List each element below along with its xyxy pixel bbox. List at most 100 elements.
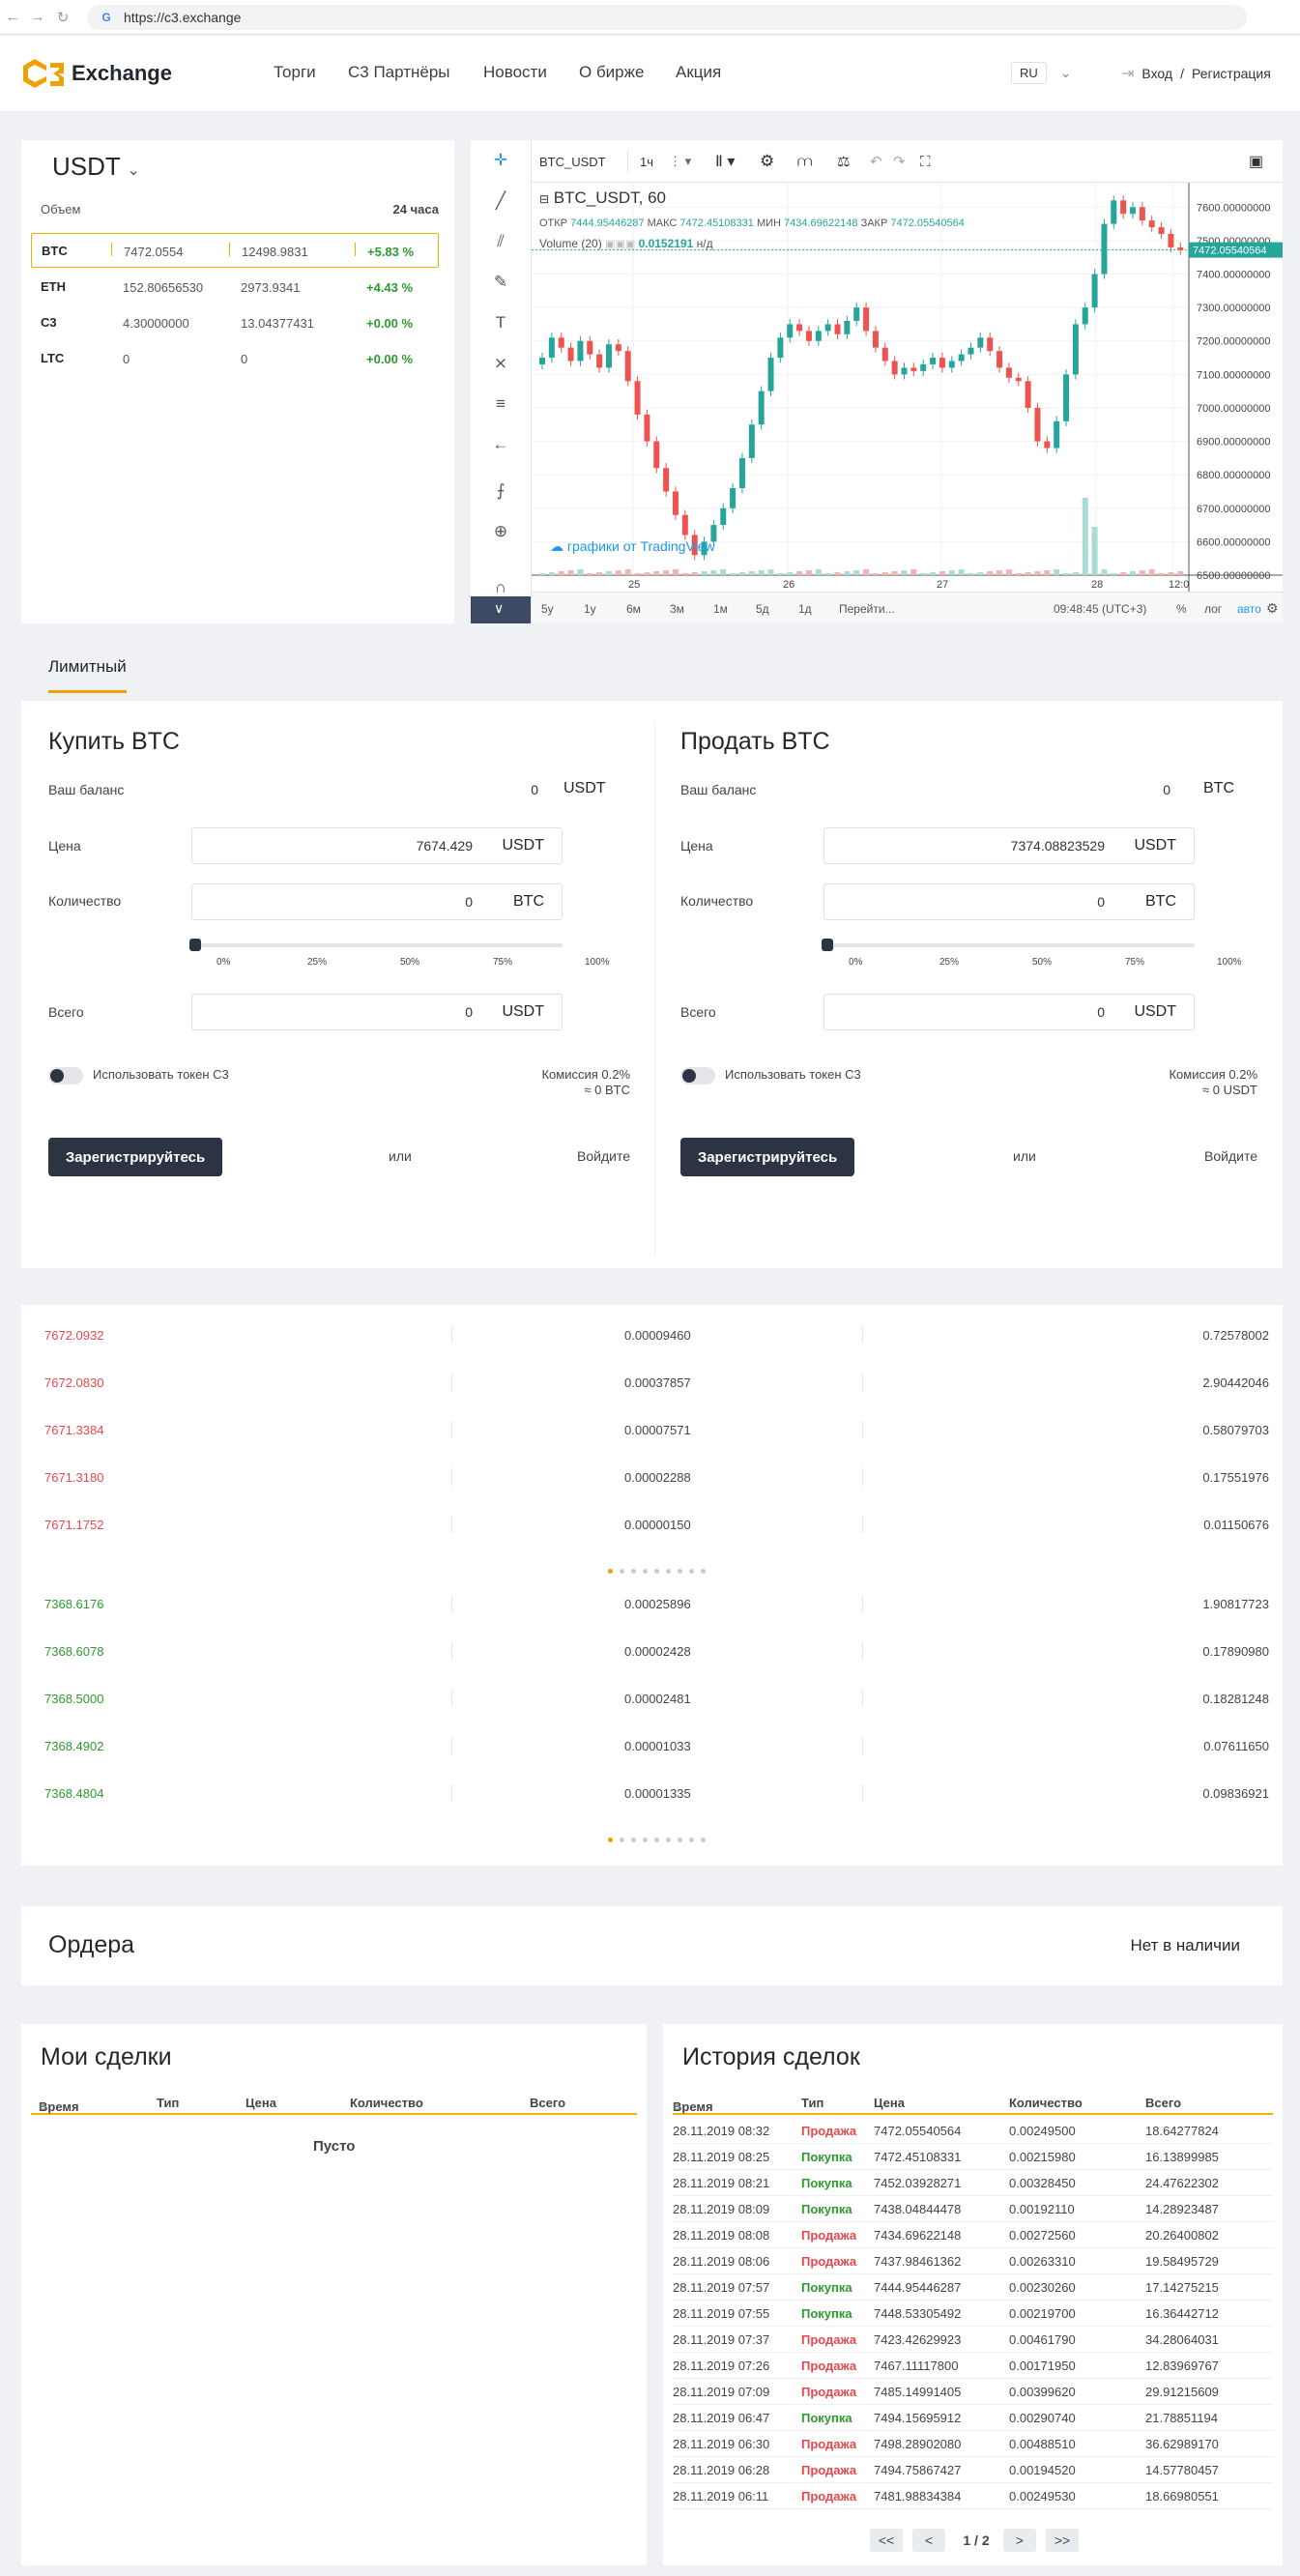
tick-75[interactable]: 75% <box>1125 957 1144 968</box>
forecast-icon[interactable]: ≡ <box>488 391 513 417</box>
nav-trading[interactable]: Торги <box>274 63 316 82</box>
c3-token-toggle[interactable] <box>48 1067 83 1085</box>
total-input[interactable]: USDT <box>191 994 563 1030</box>
quantity-field[interactable] <box>824 884 1114 919</box>
login-link[interactable]: Войдите <box>577 1148 630 1164</box>
toolbar-collapse[interactable]: ∨ <box>471 596 531 623</box>
range-5d[interactable]: 5д <box>756 602 769 616</box>
zoom-icon[interactable]: ⊕ <box>488 519 513 544</box>
auto-toggle[interactable]: авто <box>1237 602 1261 616</box>
tab-limit[interactable]: Лимитный <box>48 657 127 693</box>
undo-icon[interactable]: ↶ <box>870 150 882 173</box>
login-link[interactable]: Вход <box>1141 66 1172 81</box>
brush-icon[interactable]: ✎ <box>488 270 513 295</box>
bids-pagination[interactable] <box>608 1838 706 1842</box>
camera-icon[interactable]: ▣ <box>1249 150 1263 173</box>
more-icon[interactable]: ⋮ ▾ <box>669 150 691 173</box>
amount-slider[interactable] <box>822 939 1195 951</box>
gear-icon[interactable]: ⚙ <box>1266 600 1279 617</box>
measure-icon[interactable]: ⨍ <box>488 478 513 504</box>
price-input[interactable]: USDT <box>191 827 563 864</box>
address-bar[interactable]: G https://c3.exchange <box>87 4 1247 30</box>
range-6m[interactable]: 6м <box>626 602 641 616</box>
redo-icon[interactable]: ↷ <box>893 150 906 173</box>
total-field[interactable] <box>824 995 1114 1029</box>
tick-25[interactable]: 25% <box>307 957 327 968</box>
nav-about[interactable]: О бирже <box>579 63 644 82</box>
percent-toggle[interactable]: % <box>1176 602 1187 616</box>
price-input[interactable]: USDT <box>823 827 1195 864</box>
range-1y[interactable]: 1y <box>584 602 596 616</box>
crosshair-icon[interactable]: ✛ <box>488 148 513 173</box>
tick-50[interactable]: 50% <box>1032 957 1052 968</box>
page-next[interactable]: > <box>1003 2529 1036 2552</box>
tick-50[interactable]: 50% <box>400 957 419 968</box>
bid-row[interactable]: 7368.6176 0.00025896 1.90817723 <box>21 1580 1283 1627</box>
arrow-left-icon[interactable]: ← <box>488 432 513 457</box>
market-row[interactable]: ETH 152.80656530 2973.9341 +4.43 % <box>31 269 439 304</box>
log-toggle[interactable]: лог <box>1204 602 1222 616</box>
tick-75[interactable]: 75% <box>493 957 512 968</box>
total-field[interactable] <box>192 995 482 1029</box>
fullscreen-icon[interactable]: ⛶ <box>920 150 931 173</box>
ask-row[interactable]: 7671.1752 0.00000150 0.01150676 <box>21 1501 1283 1548</box>
amount-slider[interactable] <box>189 939 563 951</box>
c3-token-toggle[interactable] <box>680 1067 715 1085</box>
register-button[interactable]: Зарегистрируйтесь <box>680 1138 854 1176</box>
register-button[interactable]: Зарегистрируйтесь <box>48 1138 222 1176</box>
market-row[interactable]: BTC 7472.0554 12498.9831 +5.83 % <box>31 233 439 268</box>
nav-news[interactable]: Новости <box>483 63 547 82</box>
tick-100[interactable]: 100% <box>585 957 610 968</box>
tick-0[interactable]: 0% <box>217 957 230 968</box>
compare-icon[interactable]: ⚖ <box>837 150 850 173</box>
bid-row[interactable]: 7368.4902 0.00001033 0.07611650 <box>21 1722 1283 1769</box>
ask-row[interactable]: 7671.3384 0.00007571 0.58079703 <box>21 1406 1283 1453</box>
symbol-input[interactable]: BTC_USDT <box>539 150 628 173</box>
bid-row[interactable]: 7368.6078 0.00002428 0.17890980 <box>21 1628 1283 1674</box>
forward-icon[interactable]: → <box>25 5 50 30</box>
quantity-input[interactable]: BTC <box>191 883 563 920</box>
tradingview-watermark[interactable]: ☁ графики от TradingView <box>550 538 715 555</box>
logo[interactable]: Exchange <box>21 57 172 90</box>
goto-date[interactable]: Перейти... <box>839 602 895 616</box>
reload-icon[interactable]: ↻ <box>50 5 75 30</box>
indicators-icon[interactable]: ⩋ <box>797 150 812 173</box>
quantity-field[interactable] <box>192 884 482 919</box>
language-select[interactable]: RU ⌄ <box>1011 62 1072 84</box>
back-icon[interactable]: ← <box>0 5 25 30</box>
price-field[interactable] <box>824 828 1114 863</box>
bid-row[interactable]: 7368.4804 0.00001335 0.09836921 <box>21 1770 1283 1816</box>
quantity-input[interactable]: BTC <box>823 883 1195 920</box>
ask-row[interactable]: 7672.0830 0.00037857 2.90442046 <box>21 1359 1283 1405</box>
page-last[interactable]: >> <box>1046 2529 1079 2552</box>
nav-partners[interactable]: С3 Партнёры <box>348 63 450 82</box>
ask-row[interactable]: 7671.3180 0.00002288 0.17551976 <box>21 1454 1283 1500</box>
tick-25[interactable]: 25% <box>939 957 959 968</box>
interval-select[interactable]: 1ч <box>640 150 653 173</box>
text-icon[interactable]: T <box>488 310 513 335</box>
slider-handle[interactable] <box>189 939 201 951</box>
tick-100[interactable]: 100% <box>1217 957 1242 968</box>
register-link[interactable]: Регистрация <box>1192 66 1271 81</box>
trendline-icon[interactable]: ╱ <box>488 188 513 214</box>
pattern-icon[interactable]: ⨯ <box>488 351 513 376</box>
range-3m[interactable]: 3м <box>670 602 684 616</box>
login-link[interactable]: Войдите <box>1204 1148 1257 1164</box>
tick-0[interactable]: 0% <box>849 957 862 968</box>
price-field[interactable] <box>192 828 482 863</box>
range-5y[interactable]: 5y <box>541 602 554 616</box>
page-first[interactable]: << <box>870 2529 903 2552</box>
bid-row[interactable]: 7368.5000 0.00002481 0.18281248 <box>21 1675 1283 1722</box>
nav-promo[interactable]: Акция <box>676 63 721 82</box>
candles-icon[interactable]: Ⅱ ▾ <box>715 150 735 173</box>
quote-currency-select[interactable]: USDT ⌄ <box>52 152 140 182</box>
range-1m[interactable]: 1м <box>713 602 728 616</box>
fib-icon[interactable]: ⫽ <box>488 229 513 254</box>
market-row[interactable]: LTC 0 0 +0.00 % <box>31 340 439 375</box>
range-1d[interactable]: 1д <box>798 602 812 616</box>
settings-icon[interactable]: ⚙ <box>760 150 774 173</box>
total-input[interactable]: USDT <box>823 994 1195 1030</box>
asks-pagination[interactable] <box>608 1569 706 1574</box>
slider-handle[interactable] <box>822 939 833 951</box>
market-row[interactable]: C3 4.30000000 13.04377431 +0.00 % <box>31 304 439 339</box>
